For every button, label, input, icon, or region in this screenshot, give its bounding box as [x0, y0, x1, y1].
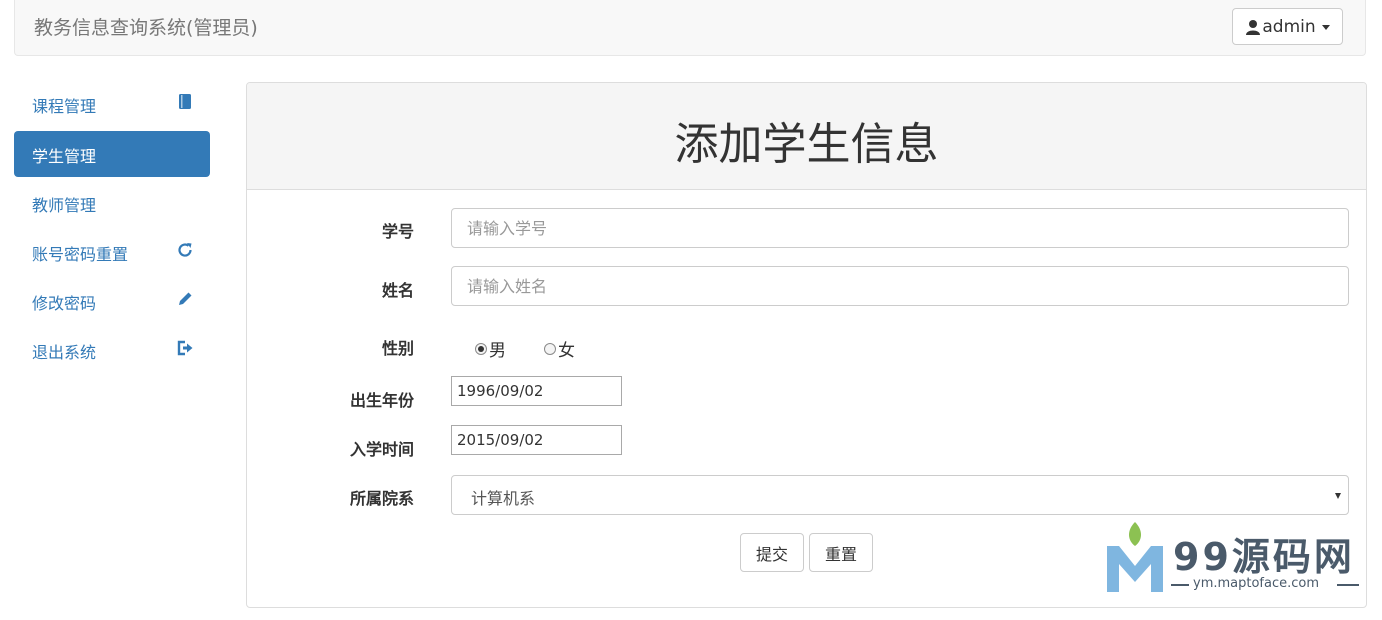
- enroll-date-input[interactable]: [451, 425, 622, 455]
- sidebar-item-label: 退出系统: [32, 343, 97, 362]
- sidebar-item-password-reset[interactable]: 账号密码重置: [14, 229, 210, 275]
- gender-option-label: 男: [489, 341, 506, 361]
- name-label: 姓名: [381, 281, 414, 300]
- sidebar-item-label: 课程管理: [32, 97, 97, 116]
- watermark-text: 99源码网: [1173, 535, 1355, 579]
- department-selected-value: 计算机系: [471, 489, 536, 508]
- sidebar-item-label: 教师管理: [32, 196, 97, 215]
- user-menu-button[interactable]: admin: [1232, 8, 1343, 45]
- watermark-logo: 99源码网 ym.maptoface.com: [1105, 520, 1365, 600]
- radio-button-female[interactable]: [544, 342, 556, 355]
- department-select[interactable]: 计算机系: [451, 475, 1349, 515]
- student-id-input[interactable]: [451, 208, 1349, 248]
- refresh-icon: [178, 243, 192, 257]
- pencil-icon: [179, 292, 192, 305]
- top-navbar: 教务信息查询系统(管理员) admin: [14, 0, 1366, 56]
- sidebar-item-label: 学生管理: [32, 147, 97, 166]
- book-icon: [179, 94, 191, 109]
- watermark-divider: [1171, 584, 1189, 586]
- gender-radio-group: 男 女: [475, 336, 613, 361]
- watermark-m-logo-icon: [1107, 522, 1163, 592]
- sidebar-item-label: 修改密码: [32, 294, 97, 313]
- sidebar-item-teacher-management[interactable]: 教师管理: [14, 180, 210, 226]
- gender-option-male[interactable]: 男: [475, 336, 506, 361]
- gender-option-female[interactable]: 女: [544, 336, 575, 361]
- birth-date-label: 出生年份: [349, 391, 414, 410]
- sidebar-item-label: 账号密码重置: [32, 245, 129, 264]
- user-menu-label: admin: [1262, 16, 1316, 37]
- sidebar-item-course-management[interactable]: 课程管理: [14, 81, 210, 127]
- sidebar-item-student-management[interactable]: 学生管理: [14, 131, 210, 177]
- radio-button-male[interactable]: [475, 342, 487, 355]
- gender-option-label: 女: [558, 341, 575, 361]
- watermark-divider: [1337, 584, 1359, 586]
- page-title: 添加学生信息: [674, 119, 939, 170]
- app-title: 教务信息查询系统(管理员): [34, 17, 258, 39]
- panel-heading: 添加学生信息: [247, 83, 1366, 190]
- gender-label: 性别: [381, 339, 414, 358]
- student-id-label: 学号: [381, 222, 414, 241]
- birth-date-input[interactable]: [451, 376, 622, 406]
- submit-button[interactable]: 提交: [740, 533, 804, 572]
- sidebar-item-change-password[interactable]: 修改密码: [14, 278, 210, 324]
- enroll-date-label: 入学时间: [349, 440, 414, 459]
- sidebar-item-logout[interactable]: 退出系统: [14, 327, 210, 373]
- caret-down-icon: [1321, 25, 1330, 30]
- department-label: 所属院系: [349, 489, 414, 508]
- logout-icon: [177, 340, 193, 356]
- name-input[interactable]: [451, 266, 1349, 306]
- user-icon: [1246, 19, 1261, 35]
- reset-button[interactable]: 重置: [809, 533, 873, 572]
- watermark-url: ym.maptoface.com: [1193, 576, 1320, 591]
- dropdown-arrow-icon: [1335, 493, 1341, 499]
